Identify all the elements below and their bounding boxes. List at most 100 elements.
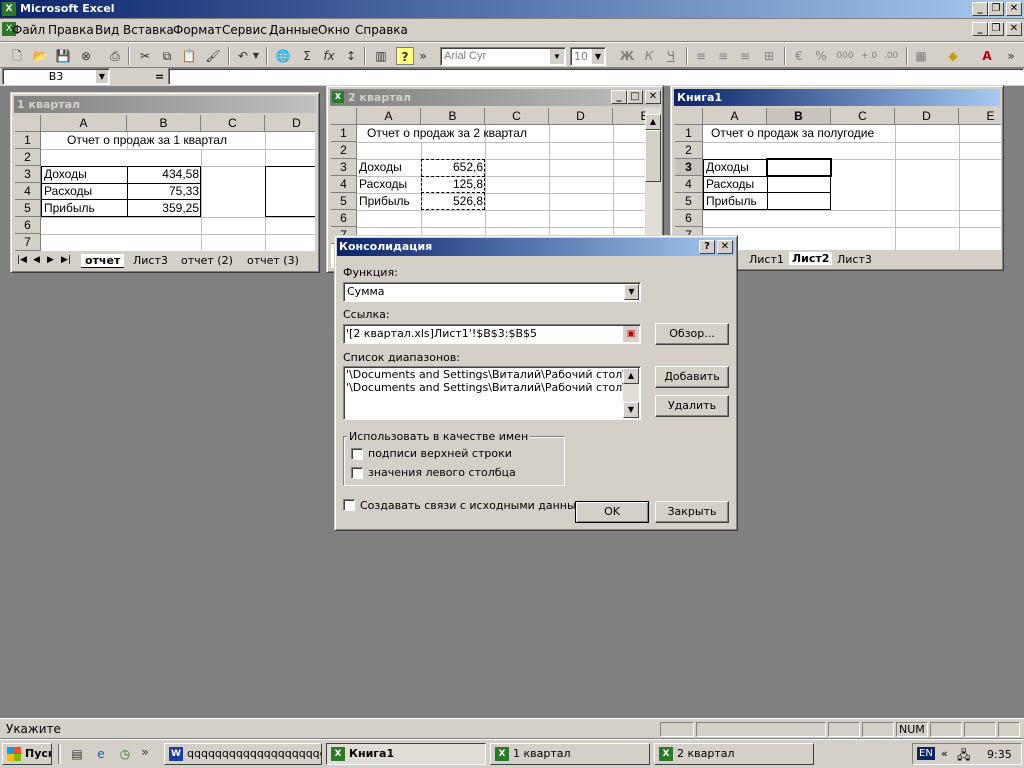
row-header[interactable]: 3 (675, 159, 703, 176)
clock-app-icon[interactable]: ◷ (116, 745, 134, 763)
col-header[interactable]: D (895, 108, 959, 125)
row-header[interactable]: 6 (675, 210, 703, 227)
list-scroll-up-icon[interactable]: ▲ (623, 368, 639, 384)
menu-file[interactable]: Файл (12, 23, 45, 37)
sheet-tab[interactable]: Лист2 (789, 252, 833, 265)
col-header[interactable]: A (357, 108, 421, 125)
undo-dropdown-icon[interactable]: ▼ (252, 47, 260, 65)
top-row-label[interactable]: подписи верхней строки (368, 447, 512, 460)
cell-value[interactable]: 652,6 (421, 159, 483, 175)
chevron-down-icon[interactable]: ▼ (550, 49, 564, 64)
create-links-label[interactable]: Создавать связи с исходными данными (360, 499, 591, 512)
cell-label[interactable]: Расходы (44, 183, 92, 199)
align-left-icon[interactable]: ≡ (692, 47, 710, 65)
reference-input[interactable]: '[2 квартал.xls]Лист1'!$B$3:$B$5 ▣ (343, 324, 641, 344)
open-icon[interactable]: 📂 (31, 47, 49, 65)
col-header[interactable]: B (421, 108, 485, 125)
cell-value[interactable]: 526,8 (421, 193, 483, 209)
select-all[interactable] (331, 108, 357, 125)
list-item[interactable]: '\Documents and Settings\Виталий\Рабочий… (346, 368, 624, 381)
align-center-icon[interactable]: ≡ (714, 47, 732, 65)
col-header[interactable]: C (831, 108, 895, 125)
sheet-tab[interactable]: отчет (3) (247, 254, 299, 267)
col-header[interactable]: D (265, 115, 315, 132)
chevron-down-icon[interactable]: ▼ (624, 284, 639, 300)
function-icon[interactable]: fx (320, 47, 338, 65)
clock[interactable]: 9:35 (987, 748, 1012, 761)
new-icon[interactable]: 🗋 (8, 47, 26, 65)
scroll-up-icon[interactable]: ▲ (645, 114, 661, 130)
help-icon[interactable]: ? (396, 47, 414, 65)
create-links-checkbox[interactable] (343, 499, 355, 511)
next-sheet-icon[interactable]: ▶ (47, 255, 54, 265)
cell-value[interactable]: 75,33 (127, 183, 199, 199)
close-dialog-button[interactable]: Закрыть (655, 501, 729, 523)
sheet-heading[interactable]: Отчет о продаж за 2 квартал (367, 125, 527, 141)
row-header[interactable]: 4 (675, 176, 703, 193)
task-book1[interactable]: X Книга1 (326, 743, 486, 765)
row-header[interactable]: 1 (15, 132, 41, 149)
col-header[interactable]: E (959, 108, 1001, 125)
formula-input[interactable] (168, 68, 1024, 85)
menu-edit[interactable]: Правка (48, 23, 94, 37)
font-color-icon[interactable]: A (978, 47, 996, 65)
network-icon[interactable]: 🖧 (957, 746, 970, 767)
menu-help[interactable]: Справка (355, 23, 408, 37)
cell-label[interactable]: Прибыль (359, 193, 410, 209)
col-header[interactable]: C (485, 108, 549, 125)
list-scroll-down-icon[interactable]: ▼ (623, 402, 639, 418)
col-header[interactable]: D (549, 108, 613, 125)
cell-label[interactable]: Доходы (359, 159, 402, 175)
italic-icon[interactable]: К (640, 47, 658, 65)
sheet-tab[interactable]: Лист3 (837, 253, 872, 266)
save-icon[interactable]: 💾 (54, 47, 72, 65)
q2-maximize-button[interactable]: □ (627, 90, 643, 104)
close-button[interactable]: ✕ (1006, 2, 1022, 16)
cell-value[interactable]: 125,8 (421, 176, 483, 192)
last-sheet-icon[interactable]: ▶| (61, 255, 71, 265)
thousands-icon[interactable]: 000 (836, 47, 854, 65)
restore-button[interactable]: ❐ (988, 2, 1004, 16)
toolbar-more-icon[interactable]: » (418, 47, 428, 65)
hyperlink-icon[interactable]: 🌐 (274, 47, 292, 65)
start-button[interactable]: Пуск (2, 743, 52, 765)
task-q2[interactable]: X 2 квартал (654, 743, 814, 765)
select-all[interactable] (15, 115, 41, 132)
cell-label[interactable]: Расходы (706, 176, 754, 192)
active-cell-b3[interactable] (766, 158, 832, 177)
dialog-help-button[interactable]: ? (699, 240, 715, 254)
row-header[interactable]: 3 (15, 166, 41, 183)
menu-data[interactable]: Данные (269, 23, 318, 37)
row-header[interactable]: 2 (15, 149, 41, 166)
sheet-tab[interactable]: Лист3 (133, 254, 168, 267)
menu-tools[interactable]: Сервис (222, 23, 267, 37)
format-painter-icon[interactable]: 🖌 (204, 47, 222, 65)
window-q1[interactable]: 1 квартал A B C D 1 2 3 4 5 6 7 Отчет о … (10, 92, 320, 273)
cell-value[interactable]: 434,58 (127, 166, 199, 182)
undo-icon[interactable]: ↶ (234, 47, 252, 65)
row-header[interactable]: 1 (675, 125, 703, 142)
menu-format[interactable]: Формат (173, 23, 222, 37)
browse-button[interactable]: Обзор... (655, 323, 729, 345)
toolbar-more-icon[interactable]: » (1006, 47, 1016, 65)
delete-button[interactable]: Удалить (655, 395, 729, 417)
list-item[interactable]: '\Documents and Settings\Виталий\Рабочий… (346, 381, 624, 394)
task-q1[interactable]: X 1 квартал (490, 743, 650, 765)
sheet-heading[interactable]: Отчет о продаж за полугодие (711, 125, 874, 141)
row-header[interactable]: 4 (15, 183, 41, 200)
chevron-down-icon[interactable]: ▼ (592, 49, 604, 64)
window-book1-title[interactable]: Книга1 (674, 89, 1000, 106)
cell-label[interactable]: Прибыль (706, 193, 757, 209)
row-header[interactable]: 3 (331, 159, 357, 176)
row-header[interactable]: 7 (15, 234, 41, 251)
merge-center-icon[interactable]: ⊞ (760, 47, 778, 65)
chevron-down-icon[interactable]: ▼ (96, 70, 108, 83)
underline-icon[interactable]: Ч (662, 47, 680, 65)
decrease-decimal-icon[interactable]: .00 (882, 47, 900, 65)
menu-insert[interactable]: Вставка (123, 23, 174, 37)
cell-label[interactable]: Доходы (706, 159, 749, 175)
cell-value[interactable]: 359,25 (127, 200, 199, 216)
ok-button[interactable]: OK (575, 501, 649, 523)
currency-icon[interactable]: € (790, 47, 808, 65)
col-header[interactable]: A (703, 108, 767, 125)
